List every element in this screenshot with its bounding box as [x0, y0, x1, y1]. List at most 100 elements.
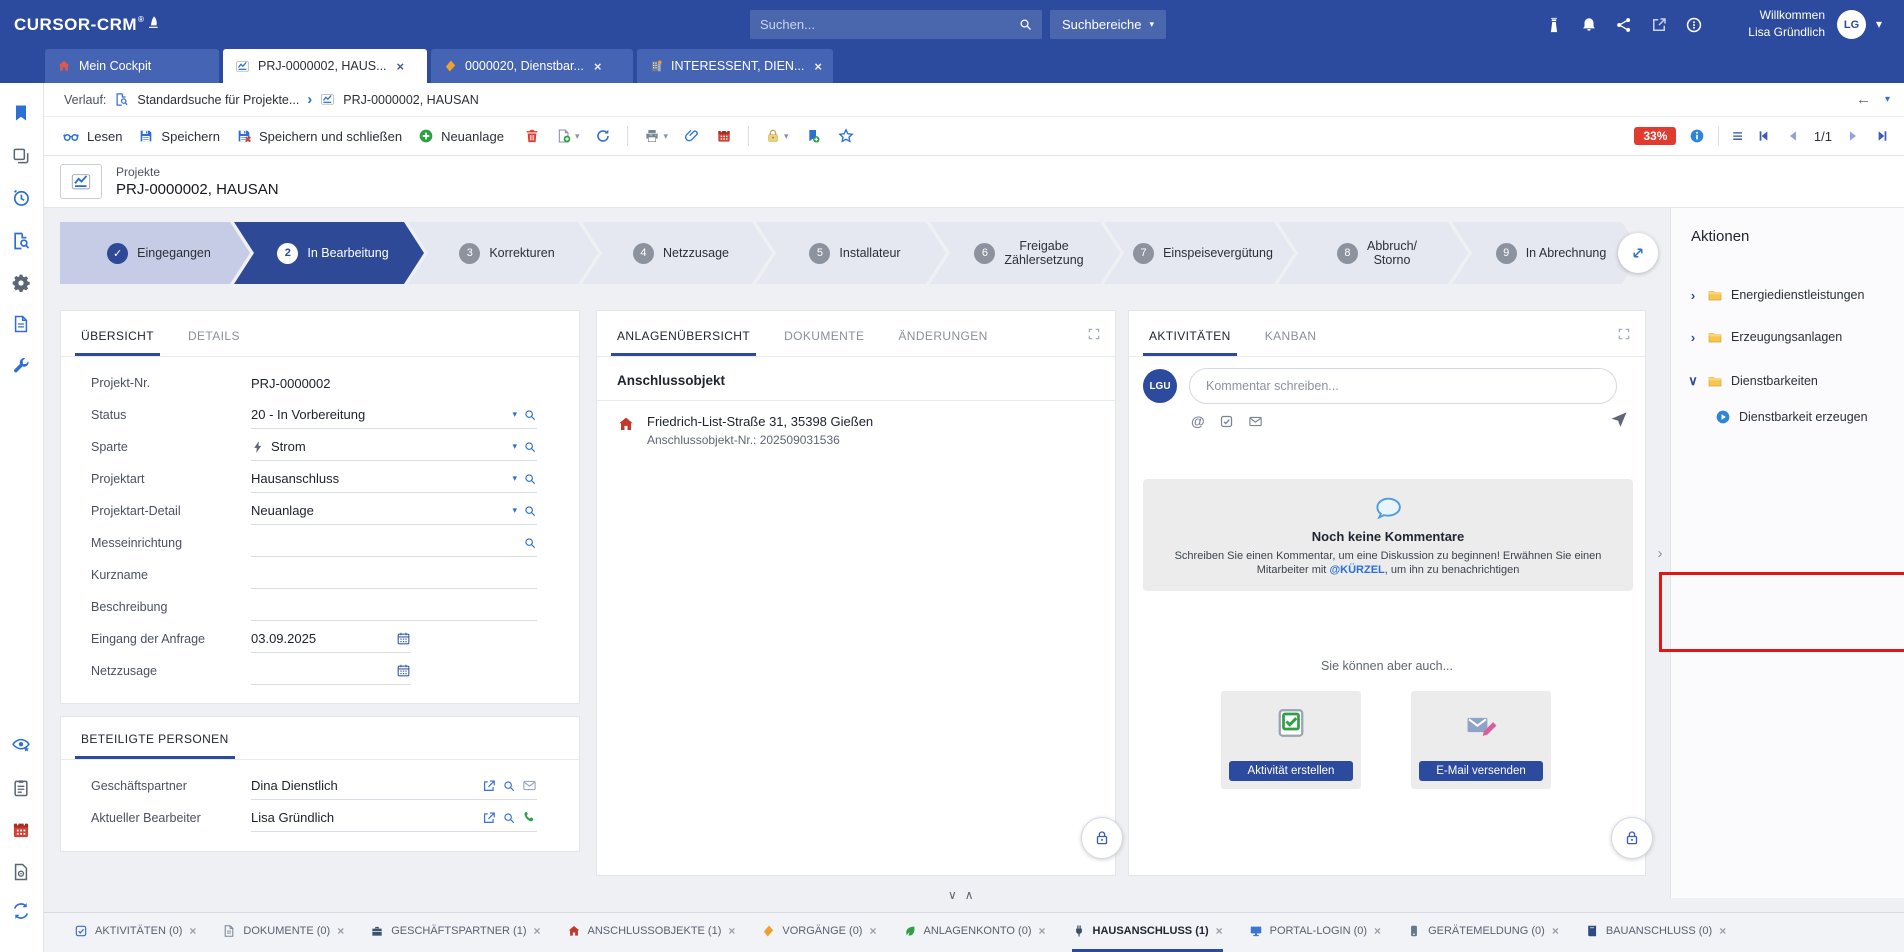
report-document-icon[interactable] — [11, 314, 33, 336]
dock-tab-hausanschluss[interactable]: HAUSANSCHLUSS (1) × — [1072, 913, 1223, 952]
field-value[interactable]: Hausanschluss — [251, 471, 506, 486]
close-icon[interactable]: × — [1039, 924, 1046, 938]
close-icon[interactable]: × — [594, 59, 602, 74]
step-in-abrechnung[interactable]: 9 In Abrechnung — [1452, 222, 1642, 284]
field-value[interactable]: Neuanlage — [251, 503, 506, 518]
calendar-icon[interactable] — [396, 663, 411, 678]
dock-tab-geschaeftspartner[interactable]: GESCHÄFTSPARTNER (1) × — [370, 913, 540, 952]
field-kurzname[interactable]: Kurzname — [61, 559, 579, 591]
chevron-down-icon[interactable]: ▾ — [663, 131, 668, 142]
field-value[interactable]: Dina Dienstlich — [251, 778, 476, 793]
close-icon[interactable]: × — [814, 59, 822, 74]
close-icon[interactable]: × — [1552, 924, 1559, 938]
document-settings-icon[interactable] — [11, 862, 33, 884]
phone-icon[interactable] — [522, 810, 537, 825]
lock-panel-button[interactable] — [1081, 817, 1123, 859]
lookup-search-icon[interactable] — [523, 472, 537, 486]
search-icon[interactable] — [1018, 17, 1033, 32]
action-group-erzeugungsanlagen[interactable]: › Erzeugungsanlagen — [1671, 324, 1904, 350]
breadcrumb-item-search[interactable]: Standardsuche für Projekte... — [137, 93, 299, 107]
user-menu-chevron-down-icon[interactable]: ▾ — [1876, 17, 1882, 31]
history-dropdown-chevron-icon[interactable]: ▾ — [1885, 94, 1890, 105]
open-record-icon[interactable] — [482, 779, 496, 793]
tab-aenderungen[interactable]: ÄNDERUNGEN — [898, 329, 987, 356]
tree-chevron-collapsed-icon[interactable]: › — [1687, 330, 1699, 345]
field-eingang-der-anfrage[interactable]: Eingang der Anfrage 03.09.2025 — [61, 623, 579, 655]
task-checkbox-icon[interactable] — [1219, 414, 1234, 429]
field-beschreibung[interactable]: Beschreibung — [61, 591, 579, 623]
next-record-icon[interactable] — [1845, 128, 1861, 144]
mail-icon[interactable] — [1248, 414, 1263, 429]
lookup-search-icon[interactable] — [523, 440, 537, 454]
step-installateur[interactable]: 5 Installateur — [756, 222, 946, 284]
close-icon[interactable]: × — [1374, 924, 1381, 938]
tab-interessent[interactable]: INTERESSENT, DIEN... × — [637, 49, 833, 83]
dock-tab-geraetemeldung[interactable]: GERÄTEMELDUNG (0) × — [1407, 913, 1559, 952]
lock-button[interactable]: ▾ — [765, 128, 789, 144]
save-and-close-button[interactable]: Speichern und schließen — [236, 128, 402, 144]
close-icon[interactable]: × — [189, 924, 196, 938]
open-window-icon[interactable] — [1650, 16, 1668, 34]
window-panels-icon[interactable] — [11, 146, 33, 168]
send-email-card[interactable]: E-Mail versenden — [1411, 691, 1551, 789]
mention-at-icon[interactable]: @ — [1191, 413, 1205, 429]
lookup-search-icon[interactable] — [502, 779, 516, 793]
send-comment-icon[interactable] — [1609, 409, 1629, 429]
first-record-icon[interactable] — [1756, 128, 1772, 144]
calendar-icon[interactable] — [396, 631, 411, 646]
step-abbruch-storno[interactable]: 8 Abbruch/Storno — [1278, 222, 1468, 284]
tab-beteiligte-personen[interactable]: BETEILIGTE PERSONEN — [81, 732, 229, 759]
breadcrumb-item-record[interactable]: PRJ-0000002, HAUSAN — [343, 93, 478, 107]
create-activity-button[interactable]: Aktivität erstellen — [1229, 761, 1353, 781]
tab-dokumente[interactable]: DOKUMENTE — [784, 329, 864, 356]
history-clock-icon[interactable] — [11, 188, 33, 210]
dropdown-chevron-icon[interactable]: ▾ — [512, 473, 517, 484]
field-projektart[interactable]: Projektart Hausanschluss ▾ — [61, 463, 579, 495]
dropdown-chevron-icon[interactable]: ▾ — [512, 505, 517, 516]
create-activity-card[interactable]: Aktivität erstellen — [1221, 691, 1361, 789]
share-icon[interactable] — [1615, 16, 1633, 34]
tab-anlagenuebersicht[interactable]: ANLAGENÜBERSICHT — [617, 329, 750, 356]
field-sparte[interactable]: Sparte Strom ▾ — [61, 431, 579, 463]
bookmark-icon[interactable] — [11, 103, 33, 125]
dock-tab-portal-login[interactable]: PORTAL-LOGIN (0) × — [1249, 913, 1381, 952]
step-korrekturen[interactable]: 3 Korrekturen — [408, 222, 598, 284]
field-messeinrichtung[interactable]: Messeinrichtung — [61, 527, 579, 559]
anschlussobjekt-list-item[interactable]: Friedrich-List-Straße 31, 35398 Gießen A… — [597, 400, 1115, 461]
read-button[interactable]: Lesen — [62, 127, 122, 145]
lookup-search-icon[interactable] — [523, 408, 537, 422]
step-freigabe-zaehlersetzung[interactable]: 6 FreigabeZählersetzung — [930, 222, 1120, 284]
tab-kanban[interactable]: KANBAN — [1265, 329, 1317, 356]
tree-chevron-expanded-icon[interactable]: ∨ — [1687, 373, 1699, 389]
anschlussobjekt-address[interactable]: Friedrich-List-Straße 31, 35398 Gießen — [647, 413, 873, 430]
fullscreen-icon[interactable] — [1087, 325, 1101, 343]
field-value[interactable]: Strom — [271, 439, 506, 454]
field-value[interactable]: 20 - In Vorbereitung — [251, 407, 506, 422]
stepper-expand-button[interactable] — [1618, 233, 1658, 273]
field-projektart-detail[interactable]: Projektart-Detail Neuanlage ▾ — [61, 495, 579, 527]
refresh-button[interactable] — [595, 128, 611, 144]
dock-tab-anlagenkonto[interactable]: ANLAGENKONTO (0) × — [903, 913, 1046, 952]
field-value[interactable]: Lisa Gründlich — [251, 810, 476, 825]
attachment-button[interactable] — [684, 128, 700, 144]
calendar-button[interactable] — [716, 128, 732, 144]
notifications-bell-icon[interactable] — [1580, 16, 1598, 34]
chevron-down-icon[interactable]: ▾ — [575, 131, 580, 142]
organizer-calendar-icon[interactable] — [11, 820, 33, 842]
lookup-search-icon[interactable] — [502, 811, 516, 825]
close-icon[interactable]: × — [728, 924, 735, 938]
tab-mein-cockpit[interactable]: Mein Cockpit — [45, 49, 219, 83]
more-options-icon[interactable] — [1685, 16, 1703, 34]
tab-details[interactable]: DETAILS — [188, 329, 240, 356]
delete-button[interactable] — [524, 128, 540, 144]
send-email-button[interactable]: E-Mail versenden — [1419, 761, 1543, 781]
lighthouse-icon[interactable] — [1545, 16, 1563, 34]
favorite-button[interactable] — [837, 127, 855, 145]
tab-aktivitaeten[interactable]: AKTIVITÄTEN — [1149, 329, 1231, 356]
lookup-search-icon[interactable] — [523, 536, 537, 550]
expand-dock-icon[interactable]: ∧ — [965, 888, 974, 902]
step-in-bearbeitung[interactable]: 2 In Bearbeitung — [234, 222, 424, 284]
previous-record-icon[interactable] — [1785, 128, 1801, 144]
collapse-actions-panel-chevron[interactable]: › — [1652, 538, 1668, 568]
tree-chevron-collapsed-icon[interactable]: › — [1687, 288, 1699, 303]
